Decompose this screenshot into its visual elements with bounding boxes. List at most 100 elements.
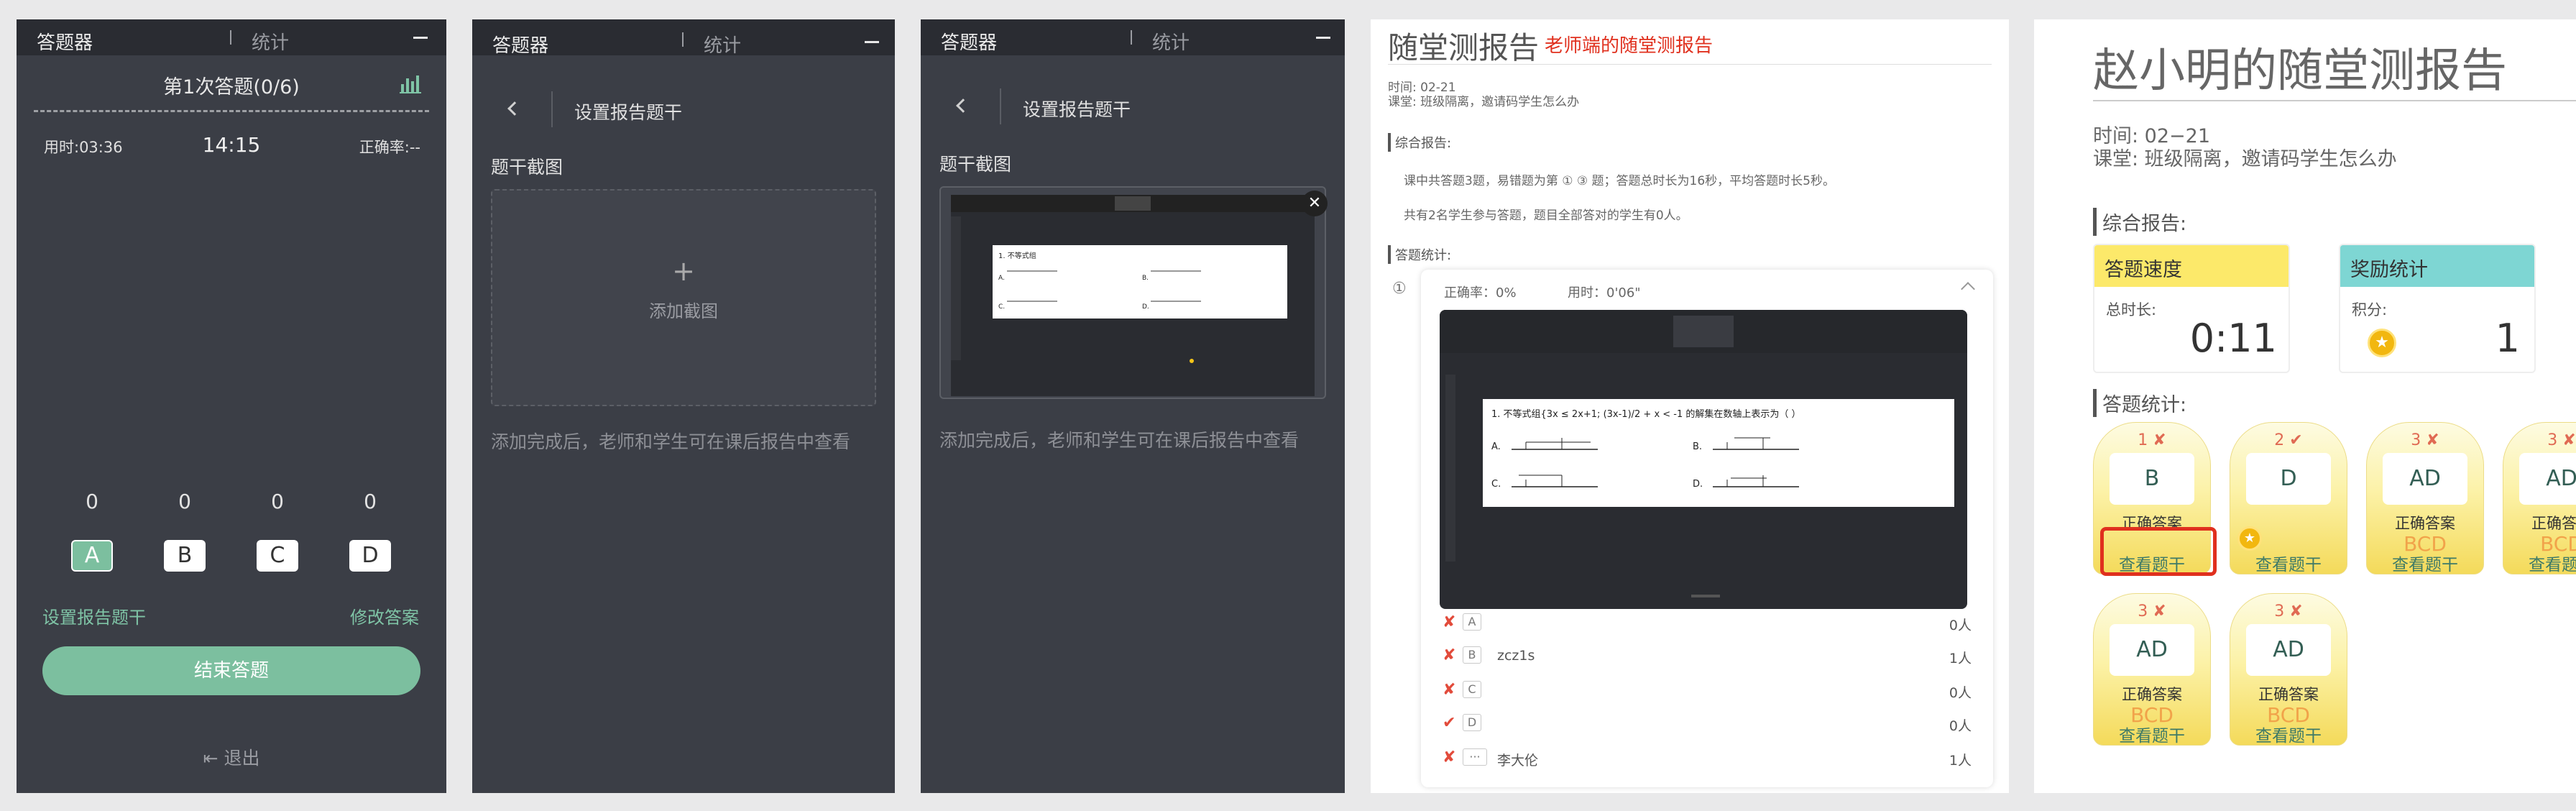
count-c: 0 <box>271 490 284 513</box>
add-screenshot-label: 添加截图 <box>649 301 718 321</box>
nav-title: 设置报告题干 <box>574 102 683 123</box>
minimize-icon[interactable] <box>1316 37 1330 39</box>
set-stem-panel-filled: 答题器 统计 设置报告题干 题干截图 1. 不等式组 A. B. C. D. ✕ 添… <box>921 19 1345 793</box>
question-card-3[interactable]: 3 ✘ AD 正确答案 BCD 查看题干 <box>2366 422 2484 574</box>
header-divider <box>1131 30 1132 45</box>
set-stem-link[interactable]: 设置报告题干 <box>42 603 146 628</box>
reward-card: 奖励统计 积分: ★ 1 <box>2339 244 2536 373</box>
header-divider <box>230 30 231 45</box>
section-stats: 答题统计: <box>2093 389 2186 417</box>
title-underline <box>2093 100 2576 101</box>
minimize-icon[interactable] <box>865 41 879 43</box>
section-stats: 答题统计: <box>1388 245 1451 264</box>
exit-button[interactable]: ⇤ 退出 <box>17 744 446 770</box>
screenshot-frame: 1. 不等式组 A. B. C. D. ✕ <box>939 186 1328 399</box>
correct-answer-label: 正确答案 <box>2258 686 2319 703</box>
view-stem-link[interactable]: 查看题干 <box>2230 551 2347 574</box>
stem-label: 题干截图 <box>939 154 1012 175</box>
screenshot-avatar <box>1115 196 1151 211</box>
wrong-icon: ✘ <box>1443 613 1456 631</box>
question-label: 2 ✔ <box>2274 431 2303 449</box>
minimize-icon[interactable] <box>413 37 428 39</box>
correct-answer-label: 正确答案 <box>2531 515 2576 532</box>
question-text-image: 1. 不等式组{3x ≤ 2x+1; (3x-1)/2 + x < -1 的解集… <box>1483 399 1954 507</box>
student-answer: AD <box>2246 624 2331 676</box>
screenshot-dot <box>1190 359 1194 363</box>
nav-title: 设置报告题干 <box>1023 99 1131 120</box>
speed-header: 答题速度 <box>2094 245 2288 287</box>
question-card-5[interactable]: 3 ✘ AD 正确答案 BCD 查看题干 <box>2093 593 2211 746</box>
answer-row-a: ✘ A 0人 <box>1443 608 1972 636</box>
edit-answer-link[interactable]: 修改答案 <box>350 603 419 628</box>
student-names: 李大伦 <box>1497 753 1539 769</box>
report-lesson: 课堂: 班级隔离，邀请码学生怎么办 <box>2093 148 2397 170</box>
svg-text:1. 不等式组: 1. 不等式组 <box>998 251 1036 260</box>
student-count: 1人 <box>1949 753 1972 769</box>
count-a: 0 <box>86 490 98 513</box>
option-box: B <box>1463 646 1481 664</box>
nav-divider <box>551 91 553 127</box>
question-label: 1 ✘ <box>2138 431 2166 449</box>
header-divider <box>682 32 684 47</box>
star-icon: ★ <box>2368 329 2396 357</box>
question-label: 3 ✘ <box>2274 602 2303 620</box>
back-icon[interactable] <box>956 98 970 113</box>
close-icon[interactable]: ✕ <box>1302 191 1328 216</box>
svg-text:D.: D. <box>1693 479 1703 490</box>
svg-text:B.: B. <box>1693 441 1702 452</box>
panel-header: 答题器 统计 <box>921 19 1345 55</box>
view-stem-link[interactable]: 查看题干 <box>2503 551 2576 574</box>
question-card-6[interactable]: 3 ✘ AD 正确答案 BCD 查看题干 <box>2230 593 2347 746</box>
option-c-button[interactable]: C <box>257 540 298 572</box>
student-count: 1人 <box>1949 651 1972 666</box>
svg-text:B.: B. <box>1142 275 1149 282</box>
question-card-4[interactable]: 3 ✘ AD 正确答案 BCD 查看题干 <box>2503 422 2576 574</box>
total-time-label: 总时长: <box>2106 301 2157 319</box>
add-screenshot-area[interactable]: + 添加截图 <box>491 189 876 406</box>
bar-chart-icon[interactable] <box>400 74 421 94</box>
tab-statistics[interactable]: 统计 <box>1152 28 1190 55</box>
section-summary-label: 综合报告: <box>2102 213 2187 235</box>
reward-header: 奖励统计 <box>2340 245 2534 287</box>
tab-statistics[interactable]: 统计 <box>704 31 741 58</box>
header-title: 答题器 <box>37 32 93 54</box>
accuracy: 正确率:-- <box>359 139 420 156</box>
student-count: 0人 <box>1949 718 1972 734</box>
option-b-button[interactable]: B <box>164 540 206 572</box>
question-label: 3 ✘ <box>2138 602 2166 620</box>
panel-header: 答题器 统计 <box>17 19 446 55</box>
student-answer: AD <box>2519 453 2576 505</box>
summary-line-1: 课中共答题3题，易错题为第 ① ③ 题；答题总时长为16秒，平均答题时长5秒。 <box>1404 174 1835 188</box>
back-icon[interactable] <box>507 101 522 116</box>
dashed-divider <box>34 110 429 112</box>
screenshot-question: 1. 不等式组 A. B. C. D. <box>993 245 1287 319</box>
question-number: ① <box>1392 280 1407 298</box>
speed-card: 答题速度 总时长: 0:11 <box>2093 244 2290 373</box>
screenshot-sidebar <box>951 216 961 360</box>
student-count: 0人 <box>1949 618 1972 633</box>
set-stem-panel: 答题器 统计 设置报告题干 题干截图 + 添加截图 添加完成后，老师和学生可在课… <box>472 19 895 793</box>
wrong-icon: ✘ <box>1443 646 1456 664</box>
view-stem-link[interactable]: 查看题干 <box>2230 722 2347 745</box>
star-icon: ★ <box>2237 526 2262 551</box>
question-screenshot: 1. 不等式组{3x ≤ 2x+1; (3x-1)/2 + x < -1 的解集… <box>1440 310 1967 609</box>
view-stem-link[interactable]: 查看题干 <box>2094 722 2210 745</box>
panel-header: 答题器 统计 <box>472 19 895 58</box>
svg-text:A.: A. <box>998 275 1005 282</box>
highlight-box <box>2100 527 2217 576</box>
count-d: 0 <box>364 490 377 513</box>
correct-icon: ✔ <box>1443 714 1456 732</box>
wrong-icon: ✘ <box>1443 748 1456 766</box>
tab-statistics[interactable]: 统计 <box>252 28 289 55</box>
question-card-2[interactable]: 2 ✔ D ★ 查看题干 <box>2230 422 2347 574</box>
option-d-button[interactable]: D <box>349 540 391 572</box>
stem-screenshot: 1. 不等式组 A. B. C. D. <box>951 195 1315 396</box>
collapse-icon[interactable] <box>1961 282 1975 296</box>
view-stem-link[interactable]: 查看题干 <box>2367 551 2483 574</box>
end-answering-button[interactable]: 结束答题 <box>42 646 420 695</box>
stem-label: 题干截图 <box>491 157 564 178</box>
student-answer: AD <box>2110 624 2194 676</box>
report-title: 随堂测报告 <box>1388 30 1540 65</box>
option-a-button[interactable]: A <box>71 540 113 572</box>
answer-row-b: ✘ Bzcz1s 1人 <box>1443 641 1972 669</box>
